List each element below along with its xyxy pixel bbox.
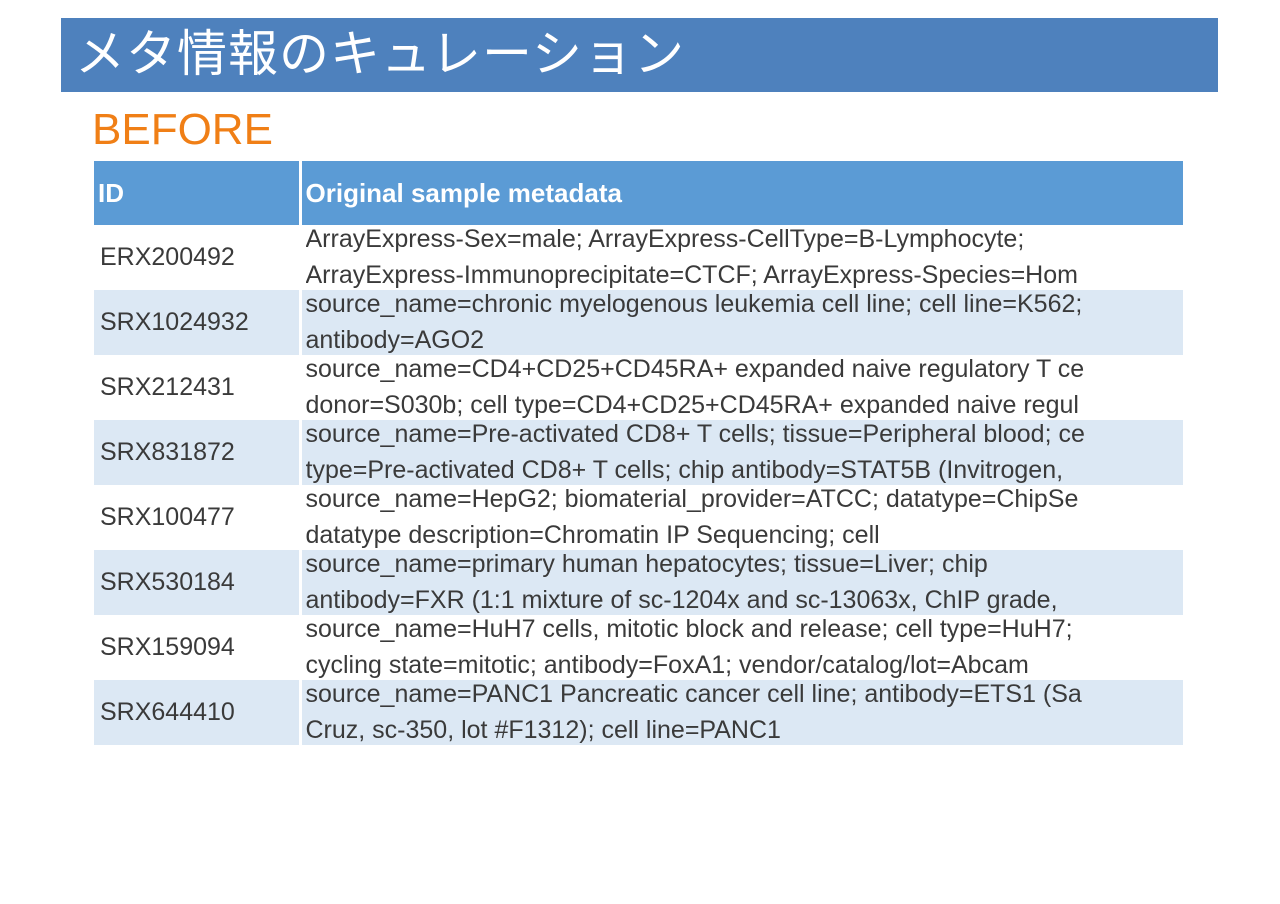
- sample-id: SRX1024932: [94, 290, 302, 355]
- metadata-line: ArrayExpress-Sex=male; ArrayExpress-Cell…: [305, 225, 1025, 253]
- metadata-line: datatype description=Chromatin IP Sequen…: [305, 521, 880, 549]
- metadata-line: source_name=PANC1 Pancreatic cancer cell…: [305, 680, 1082, 708]
- table-row: SRX100477 source_name=HepG2; biomaterial…: [94, 485, 1183, 550]
- metadata-line: source_name=Pre-activated CD8+ T cells; …: [305, 420, 1085, 448]
- sample-metadata: source_name=CD4+CD25+CD45RA+ expanded na…: [300, 355, 1183, 420]
- metadata-line: source_name=chronic myelogenous leukemia…: [305, 290, 1083, 318]
- sample-id: ERX200492: [94, 225, 302, 290]
- metadata-line: source_name=HepG2; biomaterial_provider=…: [305, 485, 1079, 513]
- table-row: SRX1024932 source_name=chronic myelogeno…: [94, 290, 1183, 355]
- sample-metadata: source_name=PANC1 Pancreatic cancer cell…: [300, 680, 1183, 745]
- table-row: SRX159094 source_name=HuH7 cells, mitoti…: [94, 615, 1183, 680]
- table-row: ERX200492 ArrayExpress-Sex=male; ArrayEx…: [94, 225, 1183, 290]
- metadata-line: antibody=AGO2: [305, 326, 485, 354]
- metadata-line: source_name=HuH7 cells, mitotic block an…: [305, 615, 1073, 643]
- metadata-line: Cruz, sc-350, lot #F1312); cell line=PAN…: [305, 716, 781, 744]
- metadata-line: source_name=CD4+CD25+CD45RA+ expanded na…: [305, 355, 1085, 383]
- slide-title: メタ情報のキュレーション: [75, 25, 685, 83]
- metadata-table-container: ID Original sample metadata ERX200492 Ar…: [94, 161, 1183, 746]
- sample-metadata: source_name=chronic myelogenous leukemia…: [300, 290, 1183, 355]
- sample-id: SRX831872: [94, 420, 302, 485]
- column-header-id: ID: [94, 161, 302, 225]
- sample-id: SRX212431: [94, 355, 302, 420]
- metadata-line: antibody=FXR (1:1 mixture of sc-1204x an…: [305, 586, 1058, 614]
- sample-metadata: source_name=Pre-activated CD8+ T cells; …: [300, 420, 1183, 485]
- sample-metadata: source_name=primary human hepatocytes; t…: [300, 550, 1183, 615]
- table-row: SRX530184 source_name=primary human hepa…: [94, 550, 1183, 615]
- metadata-line: donor=S030b; cell type=CD4+CD25+CD45RA+ …: [305, 391, 1079, 419]
- sample-id: SRX100477: [94, 485, 302, 550]
- metadata-table: ID Original sample metadata ERX200492 Ar…: [94, 161, 1183, 745]
- slide-subtitle: BEFORE: [92, 105, 273, 154]
- sample-id: SRX644410: [94, 680, 302, 745]
- sample-metadata: source_name=HuH7 cells, mitotic block an…: [300, 615, 1183, 680]
- table-header-row: ID Original sample metadata: [94, 161, 1183, 225]
- table-row: SRX831872 source_name=Pre-activated CD8+…: [94, 420, 1183, 485]
- metadata-line: ArrayExpress-Immunoprecipitate=CTCF; Arr…: [305, 261, 1078, 289]
- sample-id: SRX159094: [94, 615, 302, 680]
- sample-metadata: ArrayExpress-Sex=male; ArrayExpress-Cell…: [300, 225, 1183, 290]
- column-header-metadata: Original sample metadata: [300, 161, 1183, 225]
- metadata-line: cycling state=mitotic; antibody=FoxA1; v…: [305, 651, 1029, 679]
- table-row: SRX212431 source_name=CD4+CD25+CD45RA+ e…: [94, 355, 1183, 420]
- sample-id: SRX530184: [94, 550, 302, 615]
- metadata-line: source_name=primary human hepatocytes; t…: [305, 550, 988, 578]
- table-row: SRX644410 source_name=PANC1 Pancreatic c…: [94, 680, 1183, 745]
- title-bar: メタ情報のキュレーション: [61, 18, 1218, 92]
- metadata-line: type=Pre-activated CD8+ T cells; chip an…: [305, 456, 1064, 484]
- sample-metadata: source_name=HepG2; biomaterial_provider=…: [300, 485, 1183, 550]
